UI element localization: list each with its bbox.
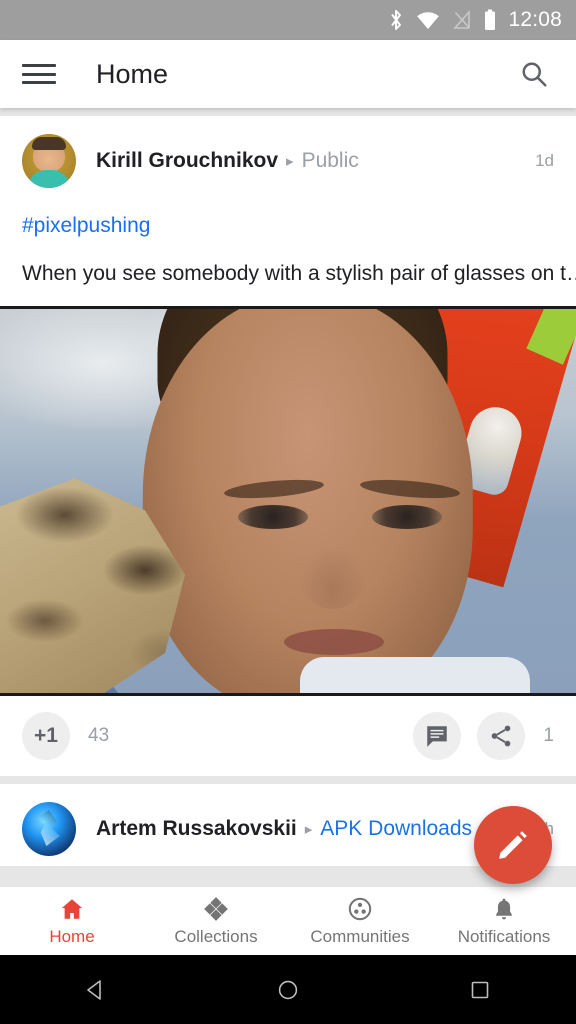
- post-image[interactable]: [0, 306, 576, 696]
- post-hashtag[interactable]: #pixelpushing: [0, 198, 576, 238]
- nav-label-home: Home: [49, 926, 95, 946]
- post-audience[interactable]: Public: [302, 149, 359, 173]
- wifi-icon: [417, 12, 440, 29]
- nav-label-communities: Communities: [310, 926, 410, 946]
- home-circle-icon: [278, 980, 298, 999]
- post-text: When you see somebody with a stylish pai…: [22, 262, 576, 285]
- post-header: Kirill Grouchnikov ▸ Public 1d: [0, 116, 576, 198]
- status-clock: 12:08: [508, 8, 562, 31]
- post-author[interactable]: Kirill Grouchnikov: [96, 149, 278, 173]
- post-byline: Artem Russakovskii ▸ APK Downloads: [96, 817, 514, 841]
- post-author[interactable]: Artem Russakovskii: [96, 817, 297, 841]
- nav-item-collections[interactable]: Collections: [144, 887, 288, 955]
- page-title: Home: [96, 58, 169, 89]
- android-navigation-bar: [0, 955, 576, 1024]
- post-card[interactable]: Kirill Grouchnikov ▸ Public 1d #pixelpus…: [0, 116, 576, 776]
- cellular-signal-off-icon: [453, 10, 471, 29]
- compose-pencil-icon: [499, 831, 527, 859]
- post-timestamp: 1d: [535, 151, 554, 170]
- nav-item-communities[interactable]: Communities: [288, 887, 432, 955]
- nav-item-notifications[interactable]: Notifications: [432, 887, 576, 955]
- plus-one-button[interactable]: +1: [22, 712, 70, 760]
- audience-separator-icon: ▸: [304, 821, 313, 838]
- feed-top-gap: [0, 108, 576, 116]
- compose-fab-button[interactable]: [474, 806, 552, 884]
- android-home-button[interactable]: [228, 955, 348, 1024]
- post-byline: Kirill Grouchnikov ▸ Public: [96, 149, 523, 173]
- home-icon: [61, 898, 83, 919]
- android-recents-button[interactable]: [420, 955, 540, 1024]
- search-icon[interactable]: [514, 54, 554, 94]
- battery-icon: [485, 9, 496, 30]
- comment-icon[interactable]: [413, 712, 462, 760]
- status-bar: 12:08: [0, 0, 576, 40]
- avatar[interactable]: [22, 802, 76, 856]
- audience-separator-icon: ▸: [286, 153, 294, 170]
- post-audience[interactable]: APK Downloads: [320, 817, 472, 841]
- feed-post-gap: [0, 776, 576, 784]
- nav-label-notifications: Notifications: [457, 926, 551, 946]
- bluetooth-icon: [391, 10, 402, 30]
- avatar[interactable]: [22, 134, 76, 188]
- communities-circle-icon: [348, 897, 372, 920]
- post-action-bar: +1 43 1: [0, 696, 576, 776]
- android-back-button[interactable]: [36, 955, 156, 1024]
- recents-square-icon: [471, 981, 489, 998]
- nav-item-home[interactable]: Home: [0, 887, 144, 955]
- nav-label-collections: Collections: [174, 926, 258, 946]
- phone-screen: 12:08 Home Kirill Grouchnikov ▸ Public 1…: [0, 0, 576, 1024]
- bottom-navigation: Home Collections Communities Notificatio…: [0, 886, 576, 955]
- bell-icon: [496, 898, 512, 919]
- plus-one-count: 43: [88, 725, 110, 746]
- app-bar: Home: [0, 40, 576, 108]
- share-count: 1: [543, 725, 554, 746]
- feed-scroll-area[interactable]: Kirill Grouchnikov ▸ Public 1d #pixelpus…: [0, 108, 576, 886]
- hamburger-menu-icon[interactable]: [22, 61, 56, 87]
- share-icon[interactable]: [477, 712, 526, 760]
- collections-diamonds-icon: [204, 896, 228, 921]
- back-triangle-icon: [87, 979, 101, 1000]
